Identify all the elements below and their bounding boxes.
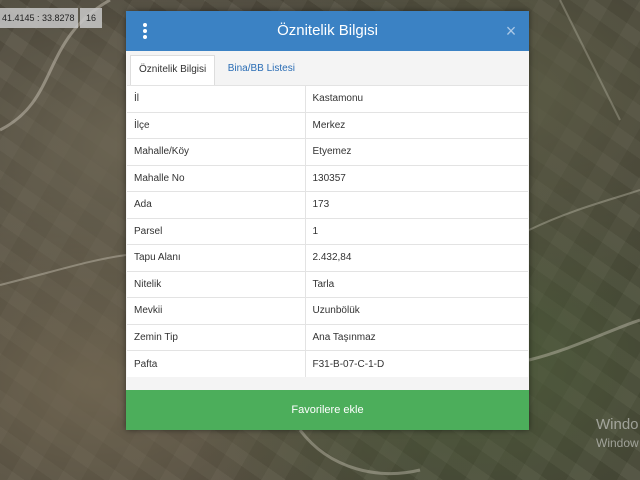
- attribute-key: Nitelik: [127, 270, 306, 298]
- attribute-key: İl: [127, 85, 306, 112]
- dialog-tabs: Öznitelik Bilgisi Bina/BB Listesi: [126, 51, 529, 85]
- attribute-key: Zemin Tip: [127, 323, 306, 351]
- watermark-line-2: Window: [596, 436, 639, 450]
- attribute-key: Ada: [127, 191, 306, 218]
- dialog-header: Öznitelik Bilgisi ×: [126, 11, 529, 51]
- attribute-table: İl Kastamonu İlçe Merkez Mahalle/Köy Etyemez M…: [127, 85, 528, 377]
- attribute-key: Parsel: [127, 217, 306, 245]
- attribute-value: Merkez: [305, 111, 528, 139]
- attribute-key: Pafta: [127, 350, 306, 377]
- table-row: İlçe Merkez: [127, 111, 528, 139]
- close-icon[interactable]: ×: [503, 21, 519, 41]
- attribute-key: İlçe: [127, 111, 306, 139]
- windows-activation-watermark: Windo Window: [596, 416, 639, 452]
- table-row: İl Kastamonu: [127, 85, 528, 112]
- tab-attribute-info[interactable]: Öznitelik Bilgisi: [130, 55, 216, 85]
- attribute-value: Tarla: [305, 270, 528, 298]
- attribute-value: 1: [305, 217, 528, 245]
- table-row: Tapu Alanı 2.432,84: [127, 244, 528, 271]
- attribute-value: Kastamonu: [305, 85, 528, 112]
- table-row: Mahalle/Köy Etyemez: [127, 138, 528, 165]
- attribute-value: 2.432,84: [305, 244, 528, 271]
- attribute-value: F31-B-07-C-1-D: [305, 350, 528, 377]
- zoom-level: 16: [80, 8, 102, 28]
- attribute-value: Etyemez: [305, 138, 528, 165]
- add-to-favorites-button[interactable]: Favorilere ekle: [126, 390, 529, 430]
- attribute-key: Tapu Alanı: [127, 244, 306, 271]
- dialog-title: Öznitelik Bilgisi: [277, 22, 378, 39]
- attribute-key: Mevkii: [127, 297, 306, 324]
- attribute-value: Ana Taşınmaz: [305, 323, 528, 351]
- attribute-info-dialog: Öznitelik Bilgisi × Öznitelik Bilgisi Bi…: [126, 11, 529, 430]
- coordinate-readout: 41.4145 : 33.8278: [0, 8, 78, 28]
- table-row: Parsel 1: [127, 217, 528, 245]
- table-row: Pafta F31-B-07-C-1-D: [127, 350, 528, 377]
- table-row: Ada 173: [127, 191, 528, 218]
- table-row: Mahalle No 130357: [127, 164, 528, 192]
- attribute-value: Uzunbölük: [305, 297, 528, 324]
- watermark-line-1: Windo: [596, 416, 639, 433]
- attribute-key: Mahalle/Köy: [127, 138, 306, 165]
- tab-building-list[interactable]: Bina/BB Listesi: [220, 55, 303, 85]
- table-row: Mevkii Uzunbölük: [127, 297, 528, 324]
- table-row: Zemin Tip Ana Taşınmaz: [127, 323, 528, 351]
- attribute-value: 173: [305, 191, 528, 218]
- attribute-key: Mahalle No: [127, 164, 306, 192]
- table-row: Nitelik Tarla: [127, 270, 528, 298]
- attribute-value: 130357: [305, 164, 528, 192]
